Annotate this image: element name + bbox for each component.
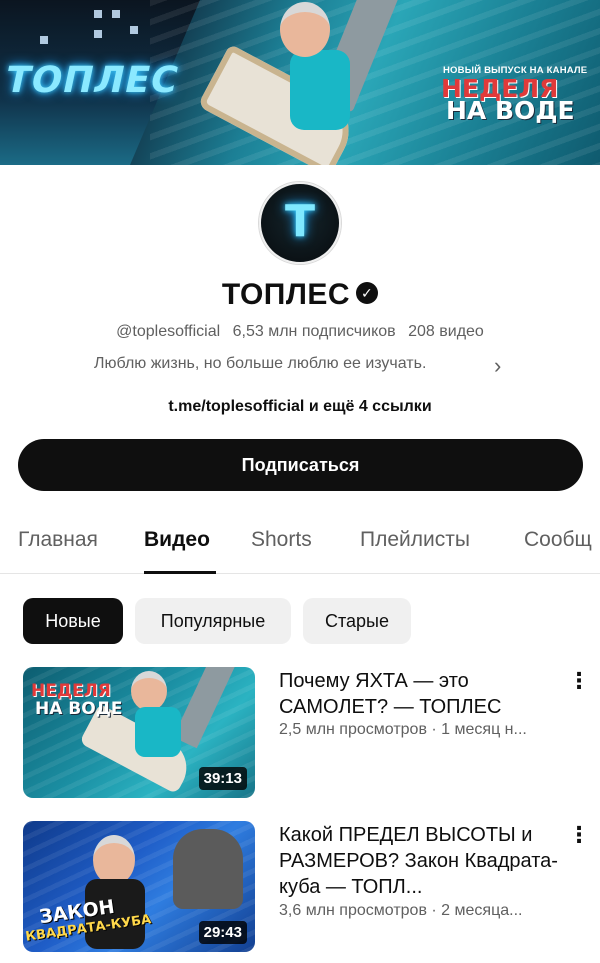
banner-window-light — [130, 26, 138, 34]
active-tab-indicator — [144, 571, 216, 574]
more-vertical-icon[interactable]: ⋮ — [568, 822, 590, 848]
channel-title: ТОПЛЕС ✓ — [0, 278, 600, 312]
banner-window-light — [94, 30, 102, 38]
chip-oldest[interactable]: Старые — [303, 598, 411, 644]
subscriber-count: 6,53 млн подписчиков — [232, 323, 396, 340]
channel-banner: ТОПЛЕС НОВЫЙ ВЫПУСК НА КАНАЛЕ НЕДЕЛЯ НА … — [0, 0, 600, 165]
tab-shorts[interactable]: Shorts — [251, 528, 312, 552]
video-count: 208 видео — [408, 323, 484, 340]
channel-tabs: Главная Видео Shorts Плейлисты Сообщ — [0, 522, 600, 574]
thumbnail-person-art — [131, 671, 167, 711]
video-duration: 29:43 — [198, 921, 247, 944]
thumbnail-statue-art — [173, 829, 243, 909]
video-meta: 3,6 млн просмотров · 2 месяца... — [279, 902, 523, 919]
description-text: Люблю жизнь, но больше люблю ее изучать. — [94, 355, 427, 372]
banner-person-art — [280, 0, 390, 150]
banner-promo-title-line2: НА ВОДЕ — [446, 96, 575, 125]
person-body — [290, 50, 350, 130]
verified-badge-icon: ✓ — [356, 282, 379, 305]
banner-logo-text: ТОПЛЕС — [1, 60, 183, 101]
tab-playlists[interactable]: Плейлисты — [360, 528, 470, 552]
chip-popular[interactable]: Популярные — [135, 598, 291, 644]
channel-avatar[interactable]: T — [259, 182, 341, 264]
video-thumbnail[interactable]: НЕДЕЛЯ НА ВОДЕ 39:13 — [23, 667, 255, 798]
thumbnail-title-line2: НА ВОДЕ — [35, 699, 123, 719]
video-title[interactable]: Какой ПРЕДЕЛ ВЫСОТЫ и РАЗМЕРОВ? Закон Кв… — [279, 822, 569, 900]
chevron-right-icon[interactable]: › — [494, 353, 501, 379]
subscribe-button[interactable]: Подписаться — [18, 439, 583, 491]
avatar-letter: T — [284, 195, 315, 247]
tab-home[interactable]: Главная — [18, 528, 98, 552]
chip-newest[interactable]: Новые — [23, 598, 123, 644]
channel-links[interactable]: t.me/toplesofficial и ещё 4 ссылки — [0, 398, 600, 416]
video-title[interactable]: Почему ЯХТА — это САМОЛЕТ? — ТОПЛЕС — [279, 668, 569, 720]
banner-window-light — [94, 10, 102, 18]
tab-videos[interactable]: Видео — [144, 528, 210, 552]
channel-description[interactable]: Люблю жизнь, но больше люблю ее изучать.… — [94, 353, 524, 378]
thumbnail-person-art — [135, 707, 181, 757]
thumbnail-person-art — [93, 835, 135, 885]
banner-window-light — [40, 36, 48, 44]
channel-handle: @toplesofficial — [116, 323, 221, 340]
video-thumbnail[interactable]: ЗАКОН КВАДРАТА-КУБА 29:43 — [23, 821, 255, 952]
tab-community[interactable]: Сообщ — [524, 528, 592, 552]
channel-name-text: ТОПЛЕС — [221, 278, 351, 311]
channel-meta: @toplesofficial 6,53 млн подписчиков 208… — [0, 323, 600, 341]
more-vertical-icon[interactable]: ⋮ — [568, 668, 590, 694]
video-meta: 2,5 млн просмотров · 1 месяц н... — [279, 721, 527, 738]
thumbnail-title-line1: НЕДЕЛЯ — [31, 681, 111, 701]
person-head — [280, 2, 330, 57]
video-duration: 39:13 — [198, 767, 247, 790]
banner-window-light — [112, 10, 120, 18]
